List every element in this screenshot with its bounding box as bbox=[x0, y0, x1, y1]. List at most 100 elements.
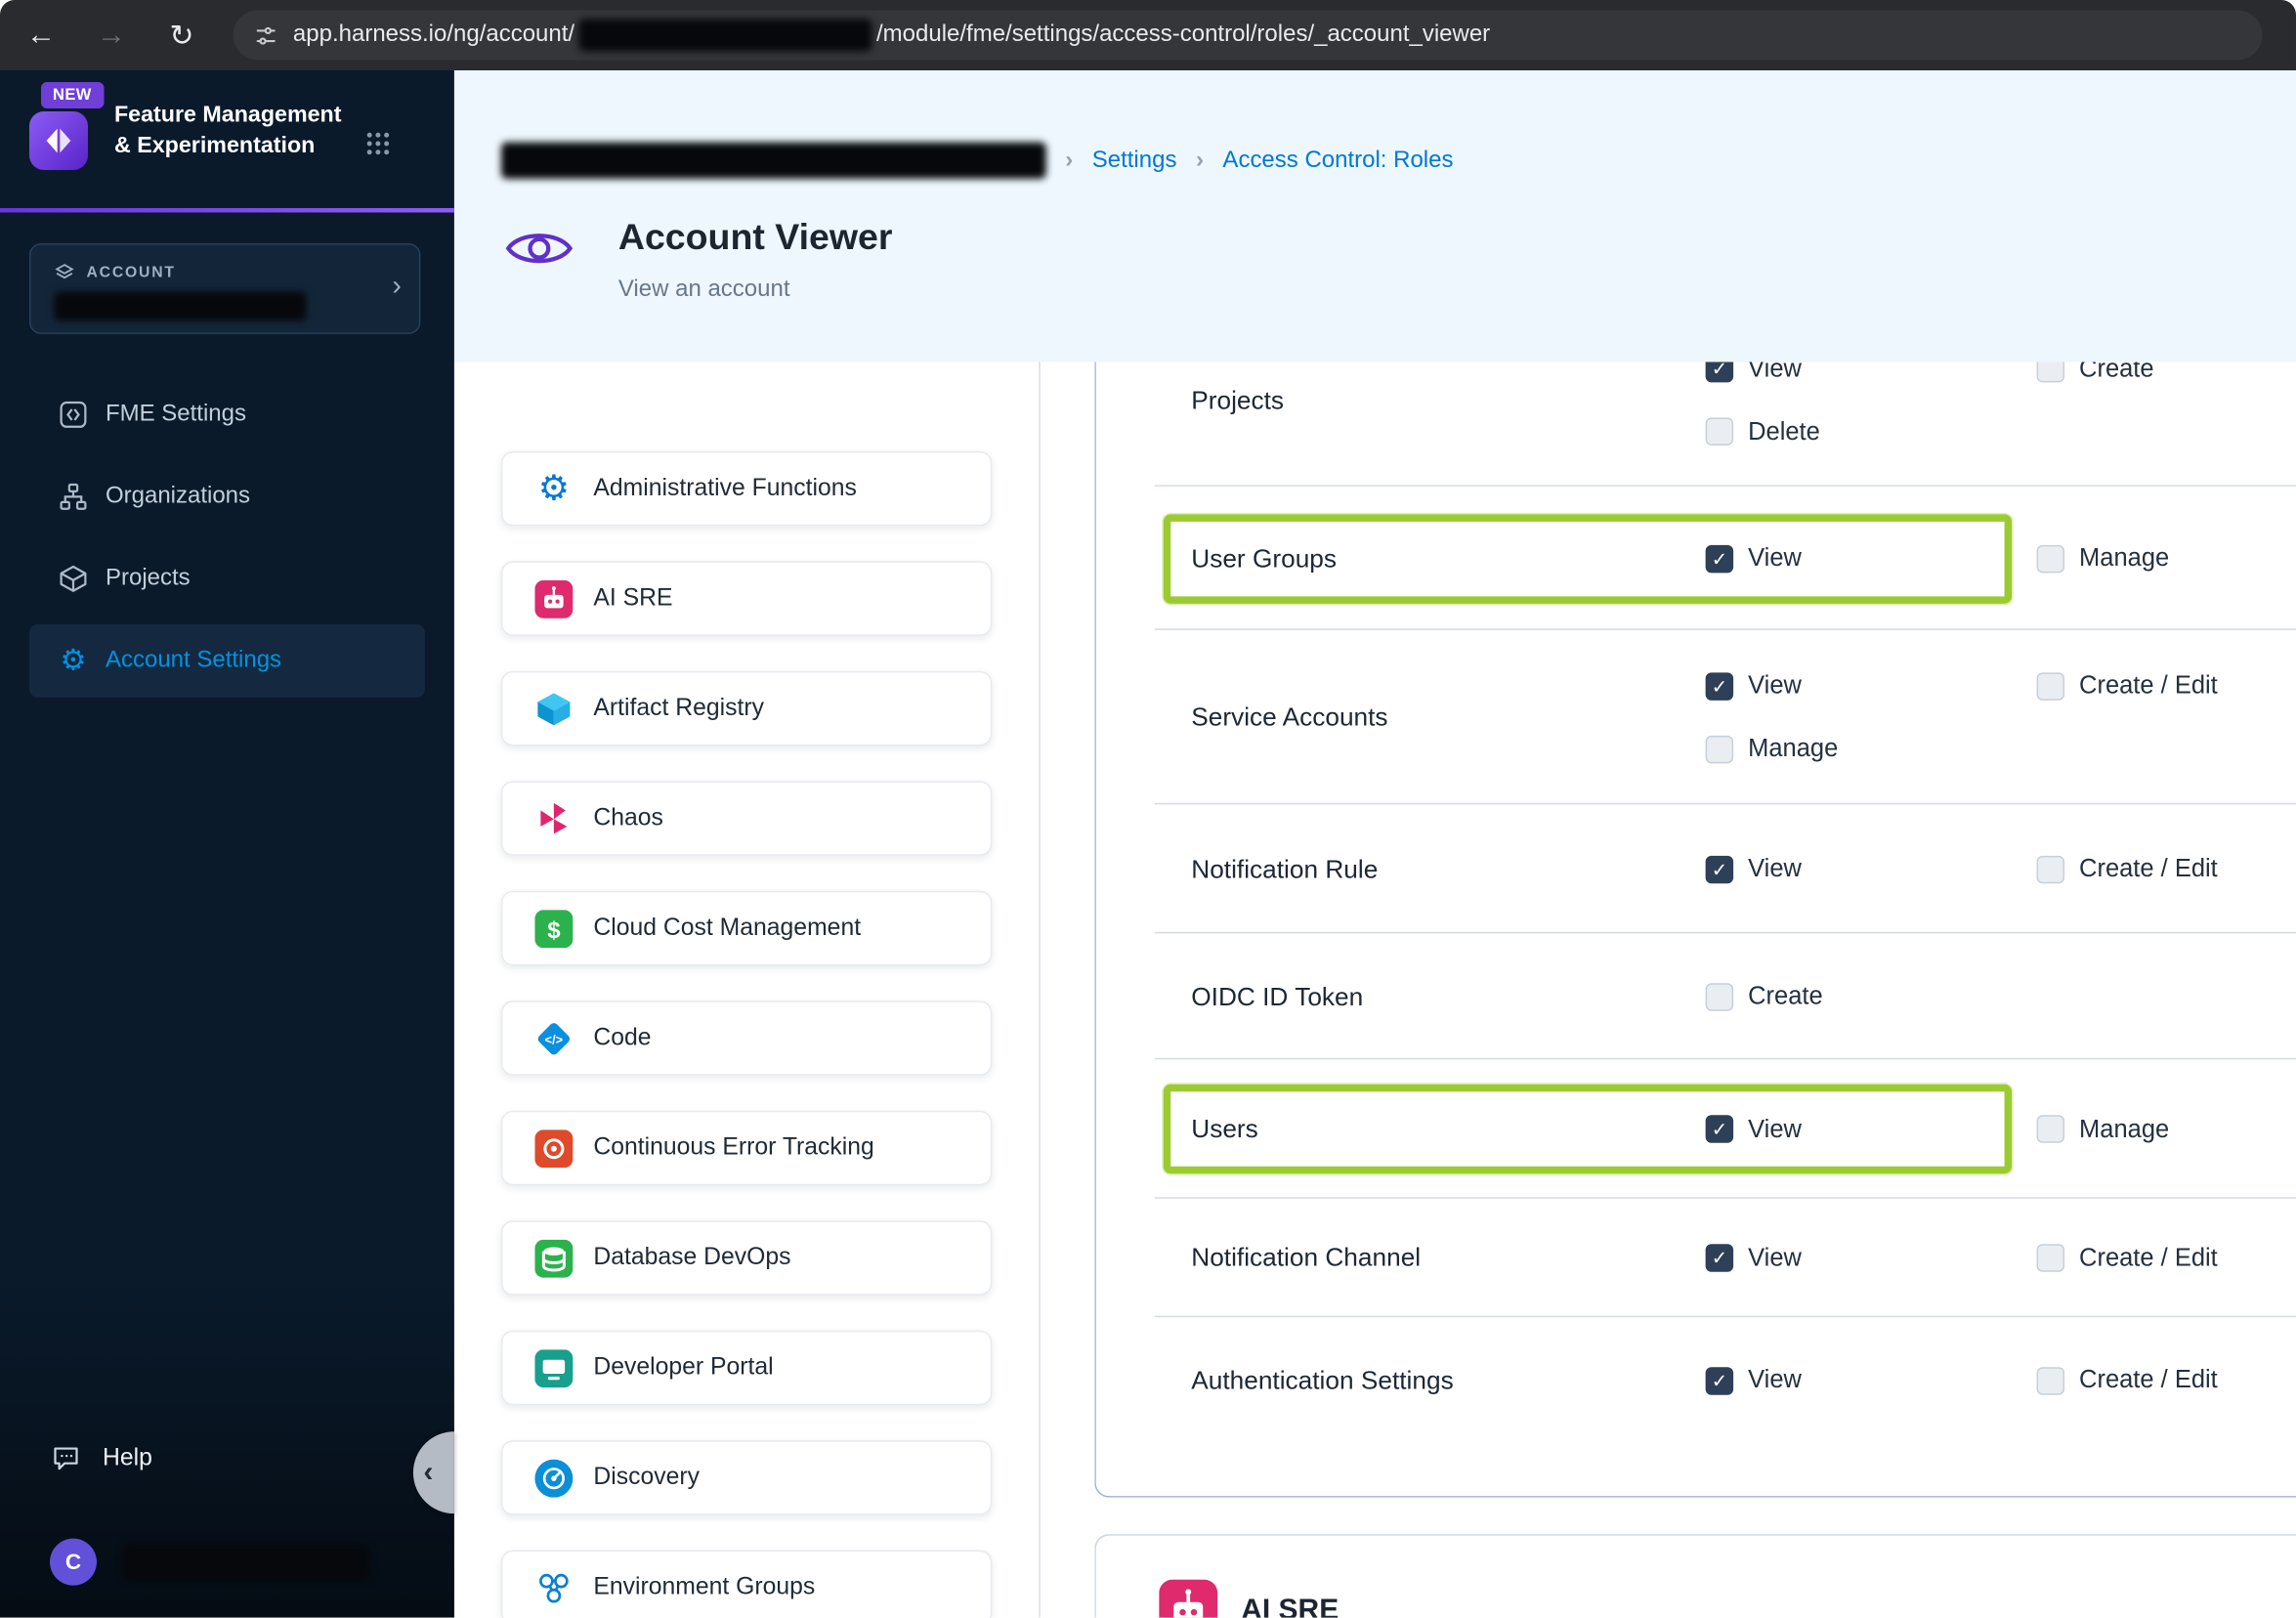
permission-option: ✓ View bbox=[1705, 851, 2037, 886]
module-label: Database DevOps bbox=[593, 1244, 791, 1271]
checkbox-create-edit[interactable] bbox=[2036, 855, 2065, 883]
checkmark-icon: ✓ bbox=[1711, 547, 1728, 570]
reload-icon[interactable]: ↻ bbox=[156, 10, 206, 60]
redacted-user-name bbox=[122, 1544, 369, 1580]
chevron-right-icon: › bbox=[1065, 147, 1074, 173]
permission-option-label: View bbox=[1748, 1243, 1802, 1271]
redacted-account-id bbox=[578, 19, 872, 52]
account-label: ACCOUNT bbox=[86, 263, 176, 281]
sidebar-item-label: Projects bbox=[105, 565, 191, 591]
checkbox-view[interactable]: ✓ bbox=[1705, 362, 1734, 383]
module-card-administrative-functions[interactable]: ⚙ Administrative Functions bbox=[500, 450, 993, 527]
checkbox-manage[interactable] bbox=[1705, 735, 1734, 763]
help-label: Help bbox=[102, 1443, 152, 1470]
chevron-right-icon: › bbox=[392, 271, 402, 302]
permission-option: ✓ View bbox=[1705, 362, 2037, 386]
sidebar-item-projects[interactable]: Projects bbox=[29, 542, 425, 616]
permissions-panel: Projects ✓ View Delete Create User Groups ✓ Vie… bbox=[1094, 362, 2296, 1498]
permission-options: ✓ View Create / Edit bbox=[1705, 1240, 2218, 1275]
next-section-panel: AI SRE bbox=[1094, 1534, 2296, 1618]
account-selector[interactable]: ACCOUNT › bbox=[28, 242, 421, 334]
ai-sre-icon bbox=[534, 579, 574, 618]
module-card-cloud-cost-management[interactable]: $ Cloud Cost Management bbox=[500, 890, 993, 966]
forward-icon[interactable]: → bbox=[86, 10, 136, 60]
permission-col1: ✓ View bbox=[1705, 1240, 2037, 1275]
module-card-discovery[interactable]: Discovery bbox=[500, 1440, 993, 1515]
redacted-breadcrumb[interactable] bbox=[500, 142, 1046, 179]
permission-col1: ✓ View bbox=[1705, 851, 2037, 886]
checkbox-manage[interactable] bbox=[2036, 1115, 2065, 1143]
sidebar: NEW Feature Management & Experimentation… bbox=[0, 69, 454, 1618]
apps-grid-icon[interactable] bbox=[363, 129, 393, 158]
site-settings-icon[interactable] bbox=[253, 22, 277, 47]
sidebar-item-help[interactable]: Help bbox=[29, 1426, 152, 1490]
ai-sre-icon bbox=[1159, 1579, 1218, 1618]
permission-option: ✓ View bbox=[1705, 1112, 1802, 1147]
checkbox-manage[interactable] bbox=[2036, 544, 2065, 573]
back-icon[interactable]: ← bbox=[16, 10, 65, 60]
module-card-ai-sre[interactable]: AI SRE bbox=[500, 561, 993, 636]
new-badge: NEW bbox=[40, 81, 104, 108]
settings-gear-icon: ⚙ bbox=[60, 644, 87, 677]
checkbox-view[interactable]: ✓ bbox=[1705, 1366, 1734, 1394]
checkbox-create[interactable] bbox=[2036, 362, 2065, 383]
address-bar[interactable]: app.harness.io/ng/account//module/fme/se… bbox=[233, 10, 2263, 61]
product-title: Feature Management & Experimentation bbox=[113, 102, 342, 159]
sidebar-item-label: Account Settings bbox=[105, 647, 282, 673]
checkbox-view[interactable]: ✓ bbox=[1705, 1244, 1734, 1272]
svg-text:$: $ bbox=[547, 916, 560, 943]
page-header: › Settings › Access Control: Roles Accou… bbox=[453, 69, 2296, 362]
module-card-environment-groups[interactable]: Environment Groups bbox=[500, 1550, 993, 1618]
module-card-code[interactable]: </> Code bbox=[500, 1001, 993, 1076]
permission-option: Create / Edit bbox=[2036, 1240, 2218, 1275]
chaos-icon bbox=[534, 799, 573, 837]
sidebar-item-organizations[interactable]: Organizations bbox=[29, 460, 425, 533]
user-profile[interactable]: C bbox=[49, 1538, 369, 1586]
checkbox-delete[interactable] bbox=[1705, 417, 1734, 446]
permission-row-notification-rule: Notification Rule ✓ View Create / Edit bbox=[1096, 804, 2296, 934]
accent-divider bbox=[0, 207, 454, 213]
checkbox-view[interactable]: ✓ bbox=[1705, 544, 1734, 573]
permission-option: Manage bbox=[1705, 731, 2037, 766]
permission-option-label: Create bbox=[1748, 981, 1823, 1010]
breadcrumb-settings[interactable]: Settings bbox=[1092, 148, 1177, 174]
checkbox-view[interactable]: ✓ bbox=[1705, 855, 1734, 883]
checkbox-view[interactable]: ✓ bbox=[1705, 671, 1734, 701]
resource-label: User Groups bbox=[1191, 542, 1338, 573]
breadcrumb-roles[interactable]: Access Control: Roles bbox=[1222, 148, 1453, 174]
avatar[interactable]: C bbox=[49, 1538, 97, 1586]
module-label: AI SRE bbox=[593, 584, 673, 612]
projects-cube-icon bbox=[56, 563, 91, 595]
checkmark-icon: ✓ bbox=[1711, 1369, 1728, 1391]
module-card-database-devops[interactable]: Database DevOps bbox=[500, 1220, 993, 1296]
browser-toolbar: ← → ↻ app.harness.io/ng/account//module/… bbox=[0, 0, 2296, 70]
permission-row-user-groups: User Groups ✓ View Manage bbox=[1096, 487, 2296, 630]
checkbox-view[interactable]: ✓ bbox=[1705, 1115, 1734, 1143]
permission-option: Create / Edit bbox=[2036, 851, 2218, 886]
permission-col2: Create / Edit bbox=[2036, 1240, 2218, 1275]
permission-option-label: View bbox=[1748, 1114, 1802, 1143]
module-card-continuous-error-tracking[interactable]: Continuous Error Tracking bbox=[500, 1110, 993, 1186]
next-section-title: AI SRE bbox=[1241, 1594, 1339, 1618]
checkbox-create-edit[interactable] bbox=[2036, 671, 2065, 701]
page-title: Account Viewer bbox=[617, 216, 893, 258]
permission-col1: ✓ View Delete bbox=[1705, 362, 2037, 448]
checkbox-create-edit[interactable] bbox=[2036, 1366, 2065, 1394]
module-label: Cloud Cost Management bbox=[593, 914, 862, 941]
resource-label: Users bbox=[1191, 1113, 1258, 1143]
module-card-developer-portal[interactable]: Developer Portal bbox=[500, 1330, 993, 1406]
module-card-artifact-registry[interactable]: Artifact Registry bbox=[500, 670, 993, 746]
permission-options: ✓ View Create / Edit bbox=[1705, 851, 2218, 886]
help-chat-icon bbox=[50, 1442, 82, 1474]
checkbox-create[interactable] bbox=[1705, 982, 1734, 1011]
sidebar-item-fme-settings[interactable]: FME Settings bbox=[29, 378, 425, 451]
checkmark-icon: ✓ bbox=[1711, 362, 1728, 380]
module-card-chaos[interactable]: Chaos bbox=[500, 781, 993, 856]
sidebar-item-label: Organizations bbox=[105, 483, 251, 509]
eye-icon bbox=[505, 224, 574, 272]
module-label: Administrative Functions bbox=[593, 474, 857, 501]
checkmark-icon: ✓ bbox=[1711, 1247, 1728, 1269]
sidebar-item-account-settings[interactable]: ⚙ Account Settings bbox=[28, 623, 425, 698]
checkbox-create-edit[interactable] bbox=[2036, 1244, 2065, 1272]
sidebar-item-label: FME Settings bbox=[105, 401, 246, 427]
